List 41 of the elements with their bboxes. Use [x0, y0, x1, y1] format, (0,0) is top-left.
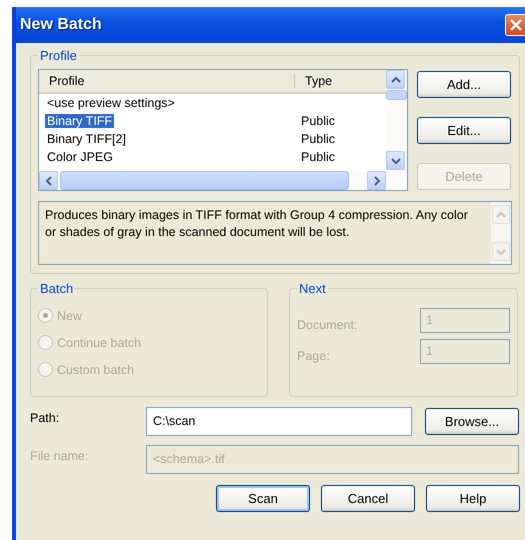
group-label: Batch	[39, 281, 74, 296]
chevron-up-icon	[390, 76, 400, 84]
scroll-right-button[interactable]	[367, 171, 386, 190]
window-title: New Batch	[20, 16, 102, 34]
dialog-button[interactable]: Scan	[216, 485, 310, 512]
vertical-scrollbar[interactable]	[386, 70, 407, 190]
type-cell: Public	[301, 132, 336, 146]
description-text: Produces binary images in TIFF format with Group 4 compression. Any color or shades of gray in the scanned document will be lost.	[44, 207, 469, 241]
browse-button[interactable]: Browse...	[425, 408, 519, 435]
chevron-right-icon	[372, 176, 380, 186]
field-label: Document:	[297, 316, 358, 332]
type-cell: Public	[301, 114, 336, 128]
chevron-down-icon	[390, 156, 400, 164]
profile-button[interactable]: Edit...	[417, 117, 511, 144]
column-header[interactable]: Type	[295, 74, 332, 88]
group-label: Profile	[39, 48, 78, 63]
path-field[interactable]: C:\scan	[146, 407, 412, 436]
dialog-button[interactable]: Cancel	[321, 485, 415, 512]
horizontal-scrollbar[interactable]	[39, 171, 386, 190]
field-label: File name:	[30, 448, 90, 462]
profile-item[interactable]: Color JPEG	[45, 150, 115, 164]
scroll-down-button[interactable]	[386, 151, 405, 170]
close-icon	[508, 18, 522, 32]
close-button[interactable]	[505, 14, 525, 36]
field-label: Page:	[297, 348, 330, 362]
chevron-up-icon	[496, 210, 506, 218]
scroll-thumb[interactable]	[60, 171, 349, 190]
profile-item[interactable]: <use preview settings>	[45, 96, 177, 110]
scroll-left-button[interactable]	[39, 171, 58, 190]
column-header[interactable]: Profile	[39, 74, 295, 88]
profile-item[interactable]: Binary TIFF[2]	[45, 132, 128, 146]
field-label: Path:	[30, 410, 60, 424]
scroll-thumb[interactable]	[386, 90, 407, 100]
profile-button[interactable]: Add...	[417, 71, 511, 98]
scroll-up-button[interactable]	[386, 70, 405, 89]
dialog-button[interactable]: Help	[426, 485, 520, 512]
type-cell: Public	[301, 150, 336, 164]
chevron-left-icon	[44, 176, 52, 186]
group-label: Next	[298, 281, 327, 296]
chevron-down-icon	[496, 248, 506, 256]
profile-item[interactable]: Binary TIFF	[45, 114, 114, 128]
